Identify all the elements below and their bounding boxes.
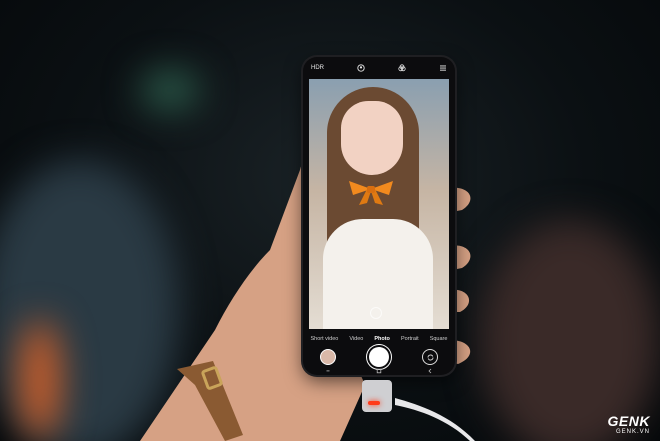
recent-apps-icon[interactable] [325, 361, 331, 379]
mode-short-video[interactable]: Short video [311, 336, 339, 342]
orange-bow [349, 181, 393, 205]
menu-icon[interactable] [439, 64, 447, 72]
camera-top-bar: HDR [303, 57, 455, 79]
back-icon[interactable] [427, 361, 433, 379]
home-icon[interactable] [376, 361, 382, 379]
watermark-site: GENK.VN [615, 429, 650, 435]
system-nav-bar [303, 365, 455, 375]
camera-viewfinder[interactable] [309, 79, 449, 329]
focus-indicator [370, 307, 382, 319]
mode-square[interactable]: Square [430, 336, 448, 342]
site-watermark: GENK GENK.VN [608, 414, 650, 435]
photo-scene: HDR Short video Video Photo Portrait Squ… [0, 0, 660, 441]
camera-mode-selector: Short video Video Photo Portrait Square [303, 333, 455, 345]
charging-led [368, 401, 380, 405]
mode-video[interactable]: Video [349, 336, 363, 342]
subject-face [341, 101, 403, 175]
mode-portrait[interactable]: Portrait [401, 336, 419, 342]
filter-icon[interactable] [398, 64, 406, 72]
usb-cable-plug [362, 380, 392, 412]
smartphone: HDR Short video Video Photo Portrait Squ… [303, 57, 455, 375]
hdr-toggle[interactable]: HDR [311, 65, 324, 71]
face-beauty-icon[interactable] [357, 64, 365, 72]
watermark-brand: GENK [607, 413, 650, 429]
watch-strap [177, 361, 243, 441]
mode-photo[interactable]: Photo [374, 336, 390, 342]
